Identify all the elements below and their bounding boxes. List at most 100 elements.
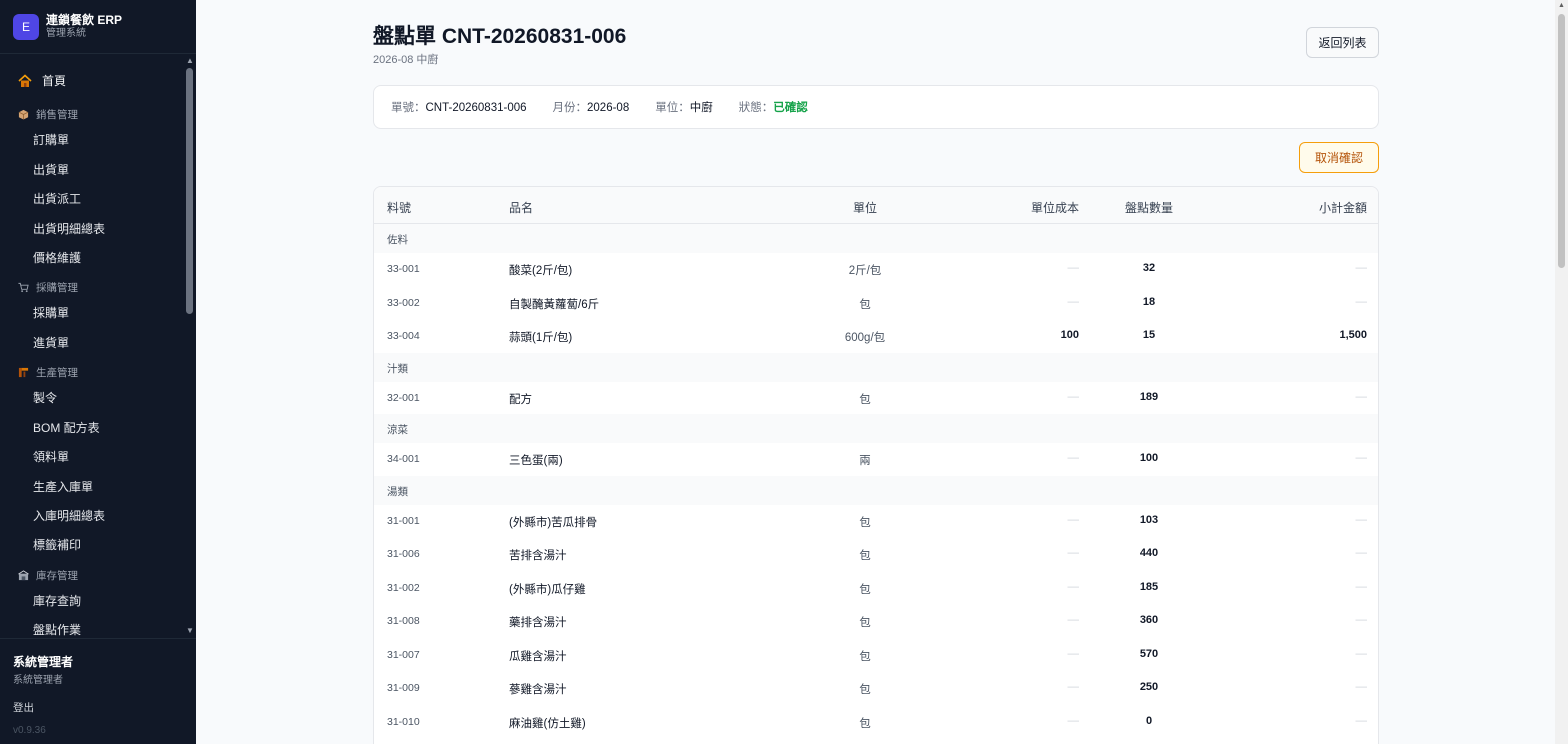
cell-name: 藥排含湯汁 — [509, 617, 567, 629]
sidebar-item-stock-query[interactable]: 庫存查詢 — [33, 592, 81, 609]
cell-qty: 100 — [1139, 452, 1159, 464]
page-title: 盤點單 CNT-20260831-006 — [373, 25, 627, 48]
sidebar-item-material-issue[interactable]: 領料單 — [33, 448, 69, 465]
back-to-list-button[interactable]: 返回列表 — [1306, 27, 1379, 58]
cell-unit: 包 — [859, 583, 871, 596]
cell-name: 蔘雞含湯汁 — [509, 684, 567, 696]
cell-code: 31-009 — [387, 682, 420, 694]
col-qty-header: 盤點數量 — [1124, 201, 1173, 215]
cell-qty: 18 — [1142, 295, 1156, 308]
cell-subtotal: — — [1355, 647, 1368, 660]
group-row: 佐料 — [374, 224, 1378, 253]
col-code-header: 料號 — [387, 201, 412, 215]
sidebar-item-receipt-summary[interactable]: 入庫明細總表 — [33, 507, 105, 524]
logout-link[interactable]: 登出 — [13, 700, 196, 715]
page-scrollbar[interactable]: ▲ — [1555, 0, 1568, 744]
cell-unit: 包 — [859, 393, 871, 406]
cell-code: 31-008 — [387, 615, 420, 627]
cell-name: 蒜頭(1斤/包) — [509, 332, 573, 344]
sidebar-section-purchase: 採購管理 — [18, 280, 78, 295]
cell-unit: 2斤/包 — [848, 265, 882, 277]
page-scroll-thumb[interactable] — [1558, 14, 1565, 268]
sidebar-item-bom[interactable]: BOM 配方表 — [33, 419, 100, 436]
cell-code: 34-001 — [387, 453, 420, 465]
cell-qty: 32 — [1142, 262, 1156, 274]
cell-subtotal: — — [1355, 262, 1368, 274]
cell-qty: 15 — [1142, 329, 1156, 341]
cell-unit: 兩 — [859, 455, 871, 467]
home-icon — [18, 73, 32, 87]
cell-qty: 250 — [1139, 681, 1159, 693]
group-row: 湯類 — [374, 475, 1378, 505]
cell-cost: — — [1067, 580, 1080, 593]
cell-name: 瓜雞含湯汁 — [509, 650, 567, 663]
sidebar-item-work-order[interactable]: 製令 — [33, 389, 57, 406]
app-version: v0.9.36 — [13, 725, 46, 736]
info-month: 月份：2026-08 — [552, 102, 630, 114]
sidebar-item-production-receipt[interactable]: 生產入庫單 — [33, 478, 93, 495]
cell-code: 31-010 — [387, 715, 420, 728]
cell-code: 32-001 — [387, 391, 420, 404]
scroll-up-icon[interactable]: ▲ — [1557, 2, 1566, 9]
cell-unit: 包 — [859, 650, 871, 663]
brand-logo: E — [13, 13, 39, 40]
table-row: 31-006 苦排含湯汁 包 — 440 — — [374, 537, 1378, 570]
sidebar-item-home[interactable]: 首頁 — [18, 72, 66, 89]
cell-cost: — — [1067, 547, 1080, 559]
scroll-down-icon[interactable]: ▼ — [185, 626, 195, 636]
cell-unit: 包 — [859, 516, 871, 529]
cell-subtotal: — — [1355, 681, 1368, 693]
stocktake-table: 料號 品名 單位 單位成本 盤點數量 小計金額 佐料 33-001 酸菜(2斤/包)… — [373, 186, 1379, 744]
sidebar-item-purchase-order[interactable]: 採購單 — [33, 304, 69, 321]
cell-name: (外縣市)瓜仔雞 — [509, 583, 586, 596]
sidebar-item-price[interactable]: 價格維護 — [33, 249, 81, 266]
sidebar-item-shipment[interactable]: 出貨單 — [33, 161, 69, 178]
user-name: 系統管理者 — [13, 655, 74, 669]
cell-cost: — — [1067, 390, 1080, 403]
sidebar-section-production: 生產管理 — [18, 365, 78, 380]
cell-cost: — — [1067, 614, 1080, 626]
table-row: 31-007 瓜雞含湯汁 包 — 570 — — [374, 638, 1378, 671]
info-status: 狀態：已確認 — [738, 102, 808, 114]
sidebar-item-order[interactable]: 訂購單 — [33, 131, 69, 148]
cell-subtotal: — — [1355, 547, 1368, 559]
box-icon — [18, 109, 29, 120]
tools-icon — [18, 367, 29, 378]
info-card: 單號：CNT-20260831-006 月份：2026-08 單位：中廚 狀態：… — [373, 85, 1379, 129]
cell-code: 31-007 — [387, 648, 420, 661]
cell-subtotal: — — [1355, 513, 1368, 526]
cell-cost: — — [1067, 295, 1080, 308]
cell-qty: 570 — [1139, 647, 1159, 660]
table-row: 31-008 藥排含湯汁 包 — 360 — — [374, 604, 1378, 637]
cell-unit: 包 — [859, 684, 871, 696]
cell-qty: 103 — [1139, 513, 1159, 526]
sidebar-item-receiving[interactable]: 進貨單 — [33, 334, 69, 351]
user-role: 系統管理者 — [13, 675, 63, 686]
cell-name: 酸菜(2斤/包) — [509, 265, 573, 277]
table-row: 31-002 (外縣市)瓜仔雞 包 — 185 — — [374, 571, 1378, 604]
scroll-up-icon[interactable]: ▲ — [185, 56, 195, 66]
table-row: 32-001 配方 包 — 189 — — [374, 381, 1378, 414]
sidebar-item-shipment-summary[interactable]: 出貨明細總表 — [33, 220, 105, 237]
group-label: 佐料 — [387, 234, 408, 246]
sidebar-scrollbar[interactable]: ▲ ▼ — [184, 54, 196, 638]
sidebar: E 連鎖餐飲 ERP 管理系統 首頁 銷售管理 訂購單 出貨單 出貨派工 出貨明… — [0, 0, 196, 744]
col-cost-header: 單位成本 — [1030, 201, 1079, 215]
cell-code: 33-004 — [387, 330, 420, 342]
sidebar-item-label-reprint[interactable]: 標籤補印 — [33, 536, 81, 553]
page-subtitle: 2026-08 中廚 — [373, 54, 439, 66]
cell-cost: 100 — [1060, 329, 1079, 341]
group-label: 湯類 — [387, 485, 408, 498]
cell-unit: 包 — [859, 550, 871, 562]
cell-name: 苦排含湯汁 — [509, 550, 567, 562]
table-row: 31-001 (外縣市)苦瓜排骨 包 — 103 — — [374, 504, 1378, 537]
sidebar-section-sales: 銷售管理 — [18, 107, 78, 122]
cell-code: 33-001 — [387, 263, 420, 275]
sidebar-scroll-thumb[interactable] — [186, 68, 193, 314]
sidebar-item-stocktake[interactable]: 盤點作業 — [33, 621, 81, 638]
table-row: 33-002 自製醃黃蘿蔔/6斤 包 — 18 — — [374, 286, 1378, 319]
app-subtitle: 管理系統 — [46, 27, 86, 39]
cell-subtotal: — — [1355, 452, 1368, 464]
sidebar-item-dispatch[interactable]: 出貨派工 — [33, 190, 81, 207]
cancel-confirm-button[interactable]: 取消確認 — [1299, 142, 1379, 173]
